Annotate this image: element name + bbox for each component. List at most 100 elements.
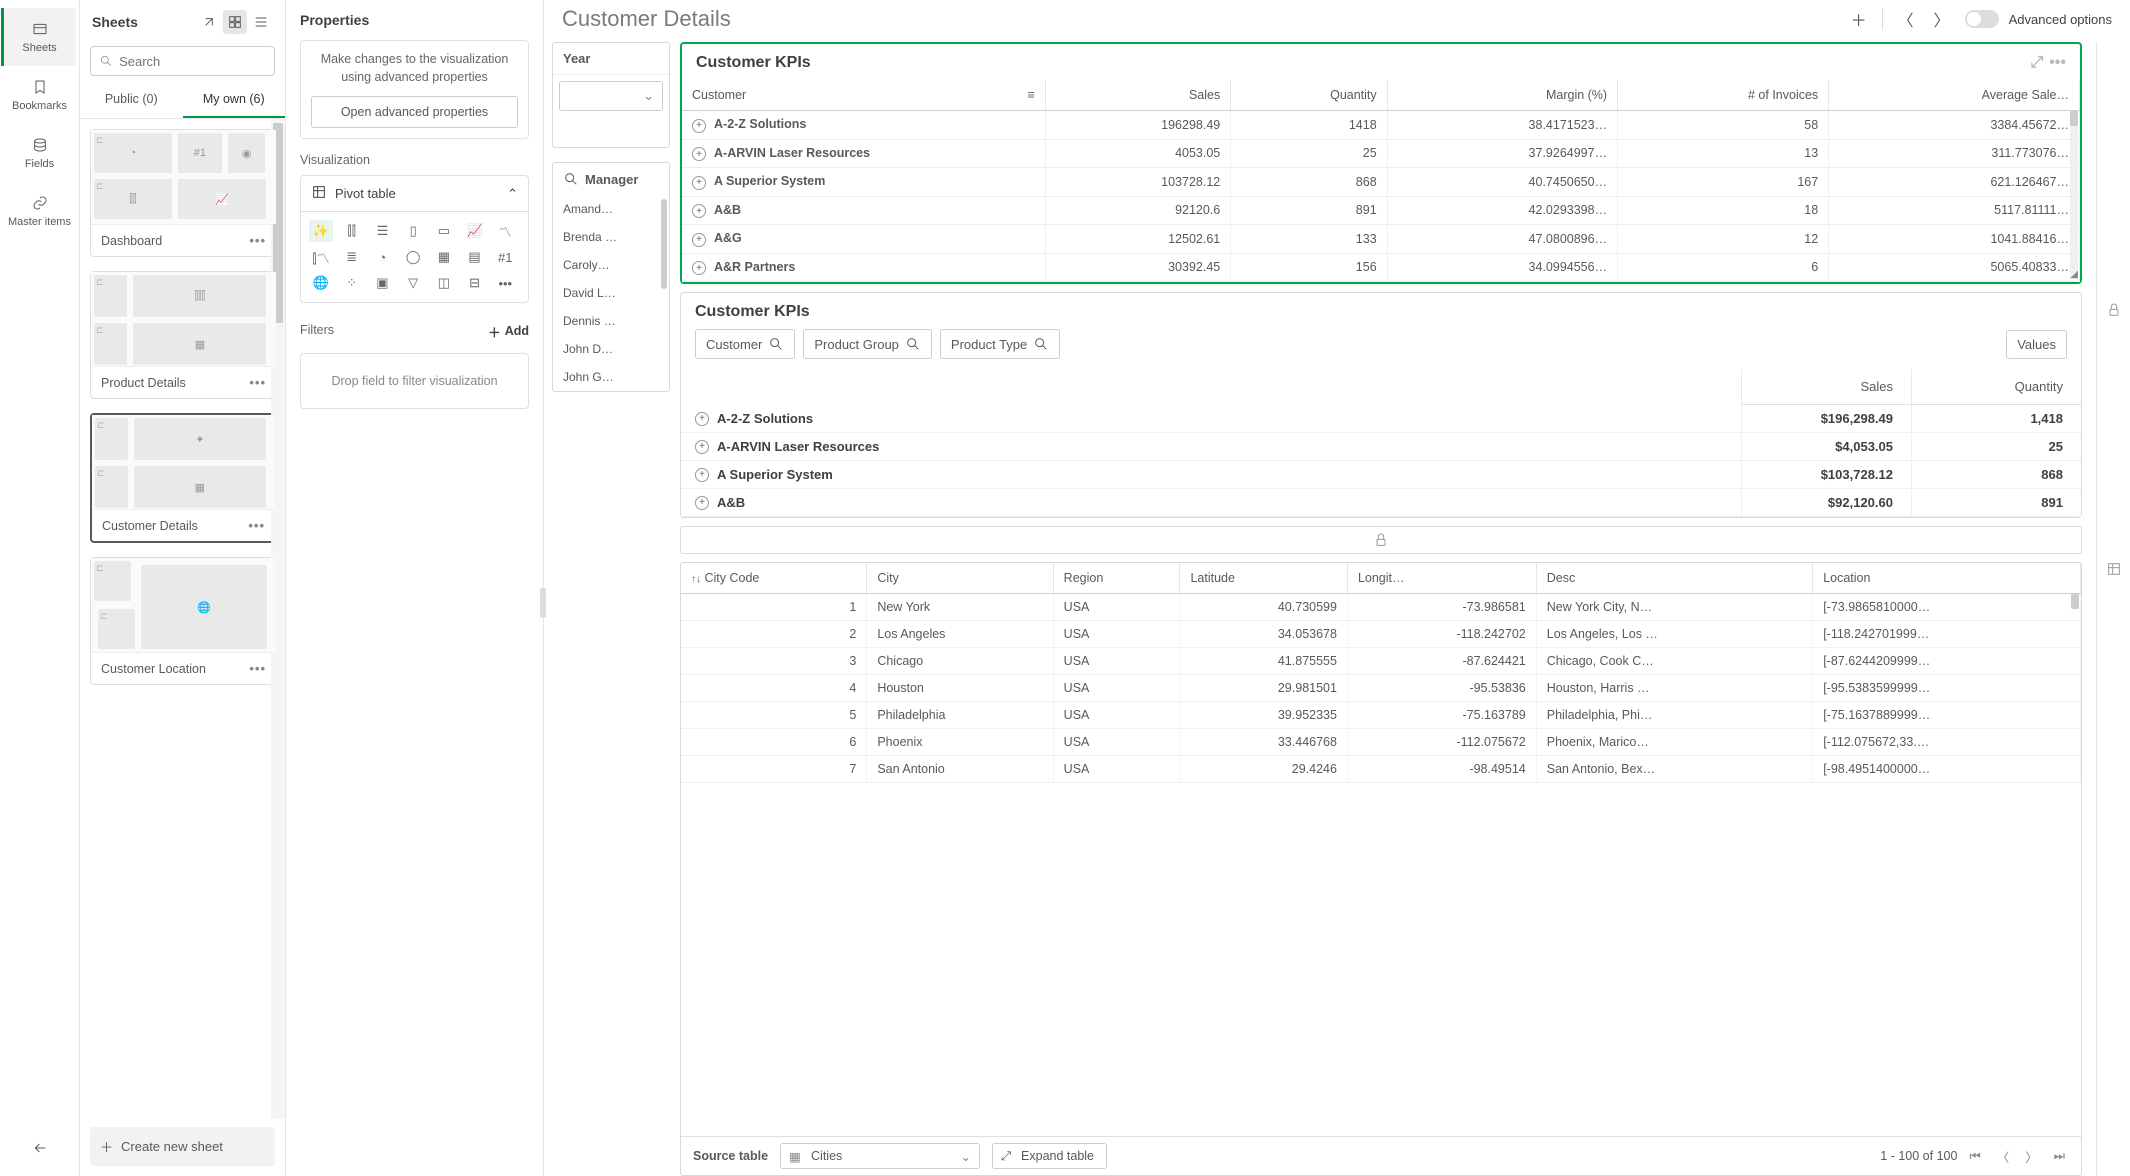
viz-hbar-icon[interactable]: ☰ xyxy=(370,220,394,242)
expand-icon[interactable]: + xyxy=(695,468,709,482)
viz-auto-icon[interactable]: ✨ xyxy=(309,220,333,242)
table-row[interactable]: 6PhoenixUSA33.446768-112.075672Phoenix, … xyxy=(681,729,2081,756)
more-icon[interactable]: ••• xyxy=(2049,54,2066,72)
chip-customer[interactable]: Customer xyxy=(695,329,795,359)
scrollbar[interactable] xyxy=(661,199,667,289)
viz-scatter-icon[interactable]: ⁘ xyxy=(340,272,364,294)
expand-icon[interactable]: + xyxy=(695,440,709,454)
open-advanced-button[interactable]: Open advanced properties xyxy=(311,96,518,128)
manager-item[interactable]: Dennis … xyxy=(553,307,669,335)
pivot-header[interactable]: Sales xyxy=(1741,369,1911,405)
expand-icon[interactable]: + xyxy=(692,147,706,161)
table-row[interactable]: +A&G12502.6113347.0800896…121041.88416… xyxy=(682,225,2080,254)
add-button[interactable]: ＋ xyxy=(1846,6,1872,32)
table-row[interactable]: 2Los AngelesUSA34.053678-118.242702Los A… xyxy=(681,621,2081,648)
kpi-col-header[interactable]: Sales xyxy=(1045,80,1230,111)
expand-icon[interactable]: + xyxy=(692,261,706,275)
rail-master[interactable]: Master items xyxy=(4,182,76,240)
viz-globe-icon[interactable]: 🌐 xyxy=(309,272,333,294)
table-row[interactable]: +A&B92120.689142.0293398…185117.81111… xyxy=(682,196,2080,225)
viz-pie-icon[interactable]: ◔ xyxy=(370,246,394,268)
list-view-icon[interactable] xyxy=(249,10,273,34)
grid-view-icon[interactable] xyxy=(223,10,247,34)
data-col-header[interactable]: Latitude xyxy=(1180,563,1348,594)
page-next-button[interactable]: 〉 xyxy=(2021,1145,2042,1168)
viz-more-icon[interactable]: ••• xyxy=(493,272,517,294)
viz-funnel-icon[interactable]: ▽ xyxy=(401,272,425,294)
more-icon[interactable]: ••• xyxy=(249,375,266,390)
filter-drop-zone[interactable]: Drop field to filter visualization xyxy=(300,353,529,409)
viz-line-icon[interactable]: 📈 xyxy=(463,220,487,242)
chip-product-type[interactable]: Product Type xyxy=(940,329,1060,359)
table-row[interactable]: 5PhiladelphiaUSA39.952335-75.163789Phila… xyxy=(681,702,2081,729)
viz-bar-icon[interactable]: ⫿⫿ xyxy=(340,220,364,242)
manager-item[interactable]: Caroly… xyxy=(553,251,669,279)
tab-public[interactable]: Public (0) xyxy=(80,82,183,118)
viz-stack-icon[interactable]: ▭ xyxy=(432,220,456,242)
customer-kpis-table-selected[interactable]: Customer KPIs ⤢••• Customer ≡SalesQuanti… xyxy=(680,42,2082,284)
data-col-header[interactable]: Desc xyxy=(1536,563,1812,594)
manager-item[interactable]: Brenda … xyxy=(553,223,669,251)
data-col-header[interactable]: Longit… xyxy=(1347,563,1536,594)
manager-item[interactable]: John D… xyxy=(553,335,669,363)
data-col-header[interactable]: Location xyxy=(1813,563,2081,594)
create-sheet-button[interactable]: ＋ Create new sheet xyxy=(90,1127,275,1166)
rail-bookmarks[interactable]: Bookmarks xyxy=(4,66,76,124)
expand-icon[interactable] xyxy=(197,10,221,34)
more-icon[interactable]: ••• xyxy=(248,518,265,533)
kpi-col-header[interactable]: # of Invoices xyxy=(1618,80,1829,111)
manager-item[interactable]: Amand… xyxy=(553,195,669,223)
kpi-col-header[interactable]: Customer ≡ xyxy=(682,80,1045,111)
fullscreen-icon[interactable]: ⤢ xyxy=(2030,54,2043,72)
search-field[interactable] xyxy=(119,54,266,69)
expand-icon[interactable]: + xyxy=(695,496,709,510)
kpi-col-header[interactable]: Margin (%) xyxy=(1387,80,1617,111)
manager-item[interactable]: David L… xyxy=(553,279,669,307)
panel-resize-handle[interactable] xyxy=(540,588,546,618)
table-icon[interactable] xyxy=(2106,561,2122,580)
chip-product-group[interactable]: Product Group xyxy=(803,329,932,359)
sheet-card-location[interactable]: ⊏ 🌐 ⊏ Customer Location••• xyxy=(90,557,277,685)
prev-sheet-button[interactable]: 〈 xyxy=(1893,6,1919,32)
scrollbar[interactable] xyxy=(2070,110,2078,278)
search-input[interactable] xyxy=(90,46,275,76)
collapse-rail-button[interactable] xyxy=(28,1136,52,1160)
viz-table-icon[interactable]: ▦ xyxy=(432,246,456,268)
page-last-button[interactable]: ⏭ xyxy=(2050,1147,2069,1166)
viz-box-icon[interactable]: ⊟ xyxy=(463,272,487,294)
year-dropdown[interactable]: ⌄ xyxy=(559,81,663,111)
viz-donut-icon[interactable]: ◯ xyxy=(401,246,425,268)
viz-col-icon[interactable]: ▯ xyxy=(401,220,425,242)
table-row[interactable]: 3ChicagoUSA41.875555-87.624421Chicago, C… xyxy=(681,648,2081,675)
expand-icon[interactable]: + xyxy=(692,233,706,247)
viz-pivot-icon[interactable]: ▤ xyxy=(463,246,487,268)
page-first-button[interactable]: ⏮ xyxy=(1965,1147,1984,1166)
viz-bullet-icon[interactable]: ◫ xyxy=(432,272,456,294)
lock-bar[interactable] xyxy=(680,526,2082,554)
viz-combo-icon[interactable]: ⫿〽 xyxy=(309,246,333,268)
kpi-col-header[interactable]: Quantity xyxy=(1231,80,1387,111)
resize-handle[interactable]: ◢ xyxy=(2070,269,2078,280)
table-row[interactable]: 1New YorkUSA40.730599-73.986581New York … xyxy=(681,594,2081,621)
data-col-header[interactable]: ↑↓ City Code xyxy=(681,563,867,594)
viz-wf-icon[interactable]: ≣ xyxy=(340,246,364,268)
pivot-header[interactable]: Quantity xyxy=(1911,369,2081,405)
manager-item[interactable]: John G… xyxy=(553,363,669,391)
expand-icon[interactable]: + xyxy=(692,204,706,218)
pivot-row[interactable]: +A&B xyxy=(681,489,1741,517)
table-row[interactable]: +A Superior System103728.1286840.7450650… xyxy=(682,168,2080,197)
expand-table-button[interactable]: Expand table xyxy=(992,1143,1107,1169)
more-icon[interactable]: ••• xyxy=(249,661,266,676)
pivot-row[interactable]: +A-2-Z Solutions xyxy=(681,405,1741,433)
kpi-col-header[interactable]: Average Sale… xyxy=(1829,80,2080,111)
more-icon[interactable]: ••• xyxy=(249,233,266,248)
table-row[interactable]: +A&R Partners30392.4515634.0994556…65065… xyxy=(682,253,2080,282)
rail-fields[interactable]: Fields xyxy=(4,124,76,182)
tab-my-own[interactable]: My own (6) xyxy=(183,82,286,118)
page-prev-button[interactable]: 〈 xyxy=(1993,1145,2014,1168)
viz-type-selector[interactable]: Pivot table ⌃ xyxy=(300,175,529,212)
table-row[interactable]: 4HoustonUSA29.981501-95.53836Houston, Ha… xyxy=(681,675,2081,702)
next-sheet-button[interactable]: 〉 xyxy=(1929,6,1955,32)
viz-area-icon[interactable]: 〽 xyxy=(493,220,517,242)
sheet-card-product[interactable]: ⊏ ⫿⫿⫿ ⊏ ▦ Product Details••• xyxy=(90,271,277,399)
